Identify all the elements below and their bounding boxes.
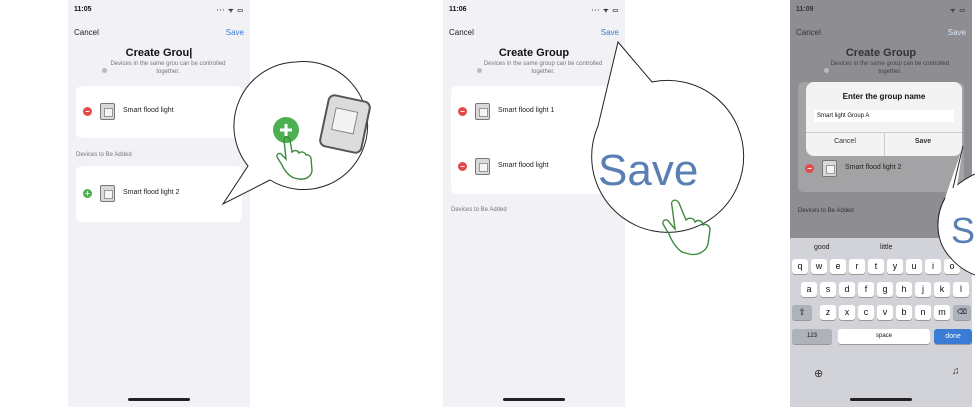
numbers-key[interactable]: 123 xyxy=(792,329,832,344)
remove-icon[interactable]: − xyxy=(458,162,467,171)
flood-light-icon xyxy=(475,158,490,175)
list-item: + Smart flood light 2 xyxy=(76,179,242,209)
flood-light-icon xyxy=(100,185,115,202)
key-f[interactable]: f xyxy=(858,282,874,297)
key-u[interactable]: u xyxy=(906,259,922,274)
status-bar: 11:05 ··· ᯤ ▭ xyxy=(74,6,244,18)
space-key[interactable]: space xyxy=(838,329,930,344)
zoom-callout xyxy=(221,61,371,206)
home-indicator xyxy=(128,398,190,401)
flood-light-icon xyxy=(100,103,115,120)
device-name: Smart flood light 1 xyxy=(498,107,555,114)
cancel-button[interactable]: Cancel xyxy=(74,28,99,37)
save-button[interactable]: Save xyxy=(601,28,619,37)
status-time: 11:05 xyxy=(74,6,92,13)
done-key[interactable]: done xyxy=(934,329,972,344)
backspace-key[interactable]: ⌫ xyxy=(953,305,971,320)
status-time: 11:06 xyxy=(449,6,467,13)
dialog-title: Enter the group name xyxy=(842,92,926,101)
save-callout: Save xyxy=(566,40,746,300)
key-c[interactable]: c xyxy=(858,305,874,320)
group-devices-card: − Smart flood light xyxy=(76,86,242,138)
page-subtitle: Devices in the same group can be control… xyxy=(830,61,950,75)
save-callout-text: Save xyxy=(598,146,699,195)
key-e[interactable]: e xyxy=(830,259,846,274)
cancel-button[interactable]: Cancel xyxy=(796,28,821,37)
key-n[interactable]: n xyxy=(915,305,931,320)
home-indicator xyxy=(850,398,912,401)
status-icons: ᯤ ▭ xyxy=(950,8,966,14)
flood-light-icon xyxy=(475,103,490,120)
dialog-cancel-button[interactable]: Cancel xyxy=(806,138,884,145)
key-t[interactable]: t xyxy=(868,259,884,274)
key-v[interactable]: v xyxy=(877,305,893,320)
remove-icon[interactable]: − xyxy=(805,164,814,173)
save-button[interactable]: Save xyxy=(226,28,244,37)
device-name: Smart flood light 2 xyxy=(123,189,180,196)
suggestion[interactable]: good xyxy=(814,244,830,251)
page-subtitle: Devices in the same grou can be controll… xyxy=(110,61,226,75)
section-label: Devices to Be Added xyxy=(798,208,854,214)
add-icon[interactable]: + xyxy=(83,189,92,198)
status-bar: 11:09 ᯤ ▭ xyxy=(796,6,966,18)
key-k[interactable]: k xyxy=(934,282,950,297)
status-icons: ··· ᯤ ▭ xyxy=(216,8,244,14)
key-a[interactable]: a xyxy=(801,282,817,297)
key-q[interactable]: q xyxy=(792,259,808,274)
globe-icon[interactable]: ⊕ xyxy=(814,367,823,380)
page-title: Create Group xyxy=(845,47,917,59)
key-r[interactable]: r xyxy=(849,259,865,274)
key-j[interactable]: j xyxy=(915,282,931,297)
home-indicator xyxy=(503,398,565,401)
device-name: Smart flood light xyxy=(498,162,549,169)
section-label: Devices to Be Added xyxy=(76,152,132,158)
key-w[interactable]: w xyxy=(811,259,827,274)
key-m[interactable]: m xyxy=(934,305,950,320)
key-b[interactable]: b xyxy=(896,305,912,320)
device-name: Smart flood light 2 xyxy=(845,164,902,171)
remove-icon[interactable]: − xyxy=(458,107,467,116)
device-name: Smart flood light xyxy=(123,107,174,114)
devices-to-add-card: + Smart flood light 2 xyxy=(76,166,242,222)
suggestion[interactable]: little xyxy=(880,244,892,251)
status-bar: 11:06 ··· ᯤ ▭ xyxy=(449,6,619,18)
key-x[interactable]: x xyxy=(839,305,855,320)
save-callout-partial xyxy=(937,145,975,276)
key-g[interactable]: g xyxy=(877,282,893,297)
key-z[interactable]: z xyxy=(820,305,836,320)
key-s[interactable]: s xyxy=(820,282,836,297)
shift-key[interactable]: ⇧ xyxy=(792,305,812,320)
cancel-button[interactable]: Cancel xyxy=(449,28,474,37)
list-item: − Smart flood light xyxy=(76,97,242,127)
key-y[interactable]: y xyxy=(887,259,903,274)
group-name-input[interactable]: Smart light Group A xyxy=(814,110,954,122)
save-callout-letter: S xyxy=(951,210,975,251)
status-icons: ··· ᯤ ▭ xyxy=(591,8,619,14)
key-d[interactable]: d xyxy=(839,282,855,297)
key-l[interactable]: l xyxy=(953,282,969,297)
status-time: 11:09 xyxy=(796,6,814,13)
flood-light-icon xyxy=(822,160,837,177)
section-label: Devices to Be Added xyxy=(451,207,507,213)
microphone-icon[interactable]: ♫ xyxy=(952,366,960,377)
save-button[interactable]: Save xyxy=(948,28,966,37)
key-h[interactable]: h xyxy=(896,282,912,297)
remove-icon[interactable]: − xyxy=(83,107,92,116)
